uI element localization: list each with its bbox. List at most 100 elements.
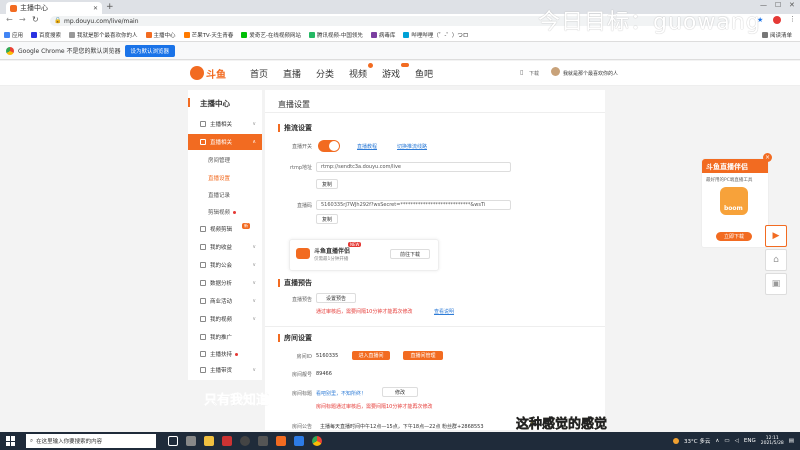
app-icon[interactable] bbox=[186, 436, 196, 446]
app-side-icon[interactable]: ▣ bbox=[765, 273, 787, 295]
nav-category[interactable]: 分类 bbox=[316, 67, 334, 80]
home-side-icon[interactable]: ⌂ bbox=[765, 249, 787, 271]
username[interactable]: 我就是那个最喜欢你的人 bbox=[563, 70, 618, 77]
notification-icon[interactable]: ▤ bbox=[789, 438, 794, 444]
copy-code-button[interactable]: 复制 bbox=[316, 214, 338, 224]
sidebar-item-analytics[interactable]: 数据分析 ∨ bbox=[188, 275, 262, 291]
sidebar-item-business[interactable]: 商业活动 ∨ bbox=[188, 293, 262, 309]
rtmp-address-field[interactable]: rtmp://sendtc3a.douyu.com/live bbox=[316, 162, 511, 172]
sidebar-item-earnings[interactable]: 我的收益 ∨ bbox=[188, 239, 262, 255]
live-tutorial-link[interactable]: 直播教程 bbox=[357, 143, 377, 150]
download-icon[interactable]: ▯ bbox=[520, 69, 523, 76]
fish-logo-icon bbox=[190, 66, 204, 80]
back-icon[interactable]: ← bbox=[6, 15, 13, 24]
modify-title-button[interactable]: 修改 bbox=[382, 387, 418, 397]
set-preview-button[interactable]: 设置预告 bbox=[316, 293, 356, 303]
nav-fishbar[interactable]: 鱼吧 bbox=[415, 67, 433, 80]
volume-icon[interactable]: ◁ bbox=[735, 438, 739, 444]
sidebar-item-video-clip[interactable]: 视频剪辑新 bbox=[188, 221, 262, 237]
bookmark-bilibili[interactable]: 哔哩哔哩（゜-゜）つロ bbox=[403, 31, 468, 39]
download-link[interactable]: 下载 bbox=[529, 70, 539, 77]
close-window-icon[interactable]: ✕ bbox=[789, 1, 795, 9]
room-number-value: 89466 bbox=[316, 371, 332, 377]
chevron-down-icon: ∨ bbox=[252, 121, 256, 127]
game-new-badge bbox=[401, 63, 409, 67]
support-icon bbox=[200, 351, 206, 357]
bookmark-apps[interactable]: 应用 bbox=[4, 31, 23, 39]
sidebar-sub-live-records[interactable]: 直播记录 bbox=[188, 187, 262, 203]
file-explorer-icon[interactable] bbox=[204, 436, 214, 446]
maximize-icon[interactable]: ☐ bbox=[775, 1, 781, 9]
browser-tab[interactable]: 主播中心 ✕ bbox=[6, 2, 102, 14]
promo-title: 斗鱼直播伴侣 bbox=[314, 248, 351, 255]
stream-goal-overlay: 今日目标：guowang bbox=[538, 10, 761, 35]
right-download-button[interactable]: 立即下载 bbox=[716, 232, 752, 241]
subtitle-right: 这种感觉的感觉 bbox=[516, 417, 608, 433]
tab-close-icon[interactable]: ✕ bbox=[93, 5, 98, 12]
weather-icon bbox=[673, 438, 680, 444]
sidebar-sub-live-settings[interactable]: 直播设置 bbox=[188, 170, 262, 186]
nav-live[interactable]: 直播 bbox=[283, 67, 301, 80]
bookmark-iqiyi[interactable]: 爱奇艺-在线视频网站 bbox=[241, 31, 301, 39]
minimize-icon[interactable]: — bbox=[760, 1, 767, 9]
sidebar-item-promotion[interactable]: 我的推广 bbox=[188, 329, 262, 345]
set-default-browser-button[interactable]: 设为默认浏览器 bbox=[124, 44, 176, 57]
weather-text[interactable]: 33°C 多云 bbox=[684, 437, 710, 445]
chrome-taskbar-icon[interactable] bbox=[312, 436, 322, 446]
douyu-app-icon[interactable] bbox=[276, 436, 286, 446]
sidebar-item-support[interactable]: 主播扶持 bbox=[188, 346, 262, 362]
bookmark-baidu[interactable]: 百度搜索 bbox=[31, 31, 61, 39]
menu-icon[interactable]: ⋮ bbox=[789, 15, 796, 23]
bilibili-icon bbox=[403, 31, 410, 38]
profile-avatar[interactable] bbox=[773, 16, 781, 24]
chevron-up-icon[interactable]: ∧ bbox=[715, 438, 719, 444]
close-promo-icon[interactable]: × bbox=[763, 153, 772, 162]
sidebar-item-commerce[interactable]: 主播带货 ∨ bbox=[188, 362, 262, 378]
sidebar-item-my-videos[interactable]: 我的视频 ∨ bbox=[188, 311, 262, 327]
stream-code-field[interactable]: 5160335rJ7WJh292f?wsSecret=*************… bbox=[316, 200, 511, 210]
app-icon[interactable] bbox=[222, 436, 232, 446]
nav-video[interactable]: 视频 bbox=[349, 67, 367, 80]
reload-icon[interactable]: ↻ bbox=[32, 15, 39, 24]
go-download-button[interactable]: 前往下载 bbox=[390, 249, 430, 259]
divider bbox=[265, 112, 605, 113]
windows-start-icon[interactable] bbox=[6, 436, 16, 446]
room-notice-value: 主播每天直播时间中午12点—15点，下午18点—22点 粉丝群+2868553 bbox=[320, 424, 484, 430]
enter-room-button[interactable]: 进入直播间 bbox=[352, 351, 390, 360]
clock[interactable]: 12:11 2021/5/28 bbox=[761, 436, 784, 446]
app-icon[interactable] bbox=[258, 436, 268, 446]
douyu-logo[interactable]: 斗鱼 bbox=[190, 64, 236, 82]
bookmark-tencent-video[interactable]: 腾讯视频-中国领先 bbox=[308, 31, 363, 39]
sidebar-sub-room-manage[interactable]: 房间管理 bbox=[188, 152, 262, 168]
play-side-icon[interactable]: ▶ bbox=[765, 225, 787, 247]
douyu-favicon-icon bbox=[10, 4, 17, 12]
network-icon[interactable]: ▭ bbox=[724, 438, 729, 444]
view-instructions-link[interactable]: 查看说明 bbox=[434, 308, 454, 315]
sidebar-sub-clip-video[interactable]: 剪辑视频 bbox=[188, 204, 262, 220]
live-icon bbox=[200, 139, 206, 145]
nav-home[interactable]: 首页 bbox=[250, 67, 268, 80]
forward-icon[interactable]: → bbox=[19, 15, 26, 24]
bookmark-virus-db[interactable]: 病毒库 bbox=[370, 31, 395, 39]
app-icon[interactable] bbox=[294, 436, 304, 446]
user-avatar[interactable] bbox=[551, 67, 560, 76]
obs-icon[interactable] bbox=[240, 436, 250, 446]
language-indicator[interactable]: ENG bbox=[744, 438, 756, 444]
sidebar-item-guild[interactable]: 我的公会 ∨ bbox=[188, 257, 262, 273]
switch-stream-line-link[interactable]: 切换推流线路 bbox=[397, 143, 427, 150]
reading-list[interactable]: 阅读清单 bbox=[761, 31, 792, 39]
chevron-down-icon: ∨ bbox=[252, 367, 256, 373]
sidebar-item-anchor[interactable]: 主播相关 ∨ bbox=[188, 116, 262, 132]
task-view-icon[interactable] bbox=[168, 436, 178, 446]
taskbar-search-input[interactable]: ⌕ 在这里输入你要搜索的内容 bbox=[26, 434, 156, 448]
copy-rtmp-button[interactable]: 复制 bbox=[316, 179, 338, 189]
bookmark-anchor-center[interactable]: 主播中心 bbox=[145, 31, 176, 39]
nav-game[interactable]: 游戏 bbox=[382, 67, 400, 80]
sidebar-item-live[interactable]: 直播相关 ∧ bbox=[188, 134, 262, 150]
bookmark-mango-tv[interactable]: 芒果TV-天生青春 bbox=[183, 31, 233, 39]
room-manage-button[interactable]: 直播间管理 bbox=[403, 351, 443, 360]
right-companion-promo[interactable]: 斗鱼直播伴侣 最好用的PC端直播工具 boom 立即下载 bbox=[701, 158, 769, 248]
new-tab-icon[interactable]: + bbox=[106, 2, 114, 12]
room-id-label: 房间ID bbox=[296, 354, 312, 360]
bookmark-personal[interactable]: 我就是那个最喜欢你的人 bbox=[69, 31, 138, 39]
